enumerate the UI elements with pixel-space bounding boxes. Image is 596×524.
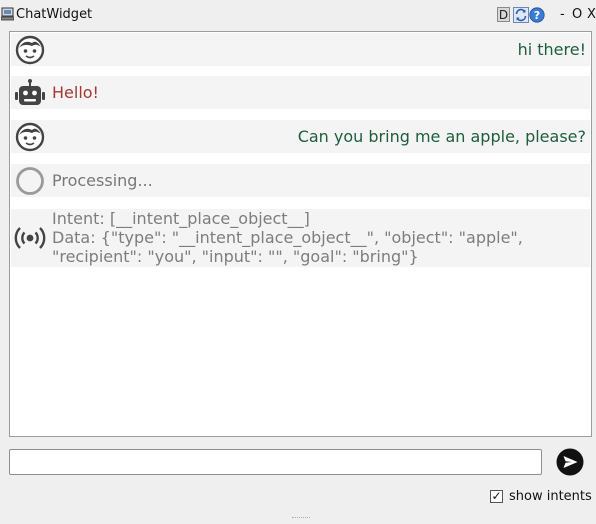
message-input[interactable] bbox=[9, 449, 542, 475]
show-intents-checkbox[interactable]: ✓ bbox=[490, 490, 503, 503]
title-bar: ChatWidget D ? - O X bbox=[0, 0, 596, 30]
debug-button[interactable]: D bbox=[497, 7, 510, 22]
help-icon[interactable]: ? bbox=[529, 7, 545, 23]
intent-data-line: Data: {"type": "__intent_place_object__"… bbox=[52, 228, 523, 247]
message-text: Hello! bbox=[52, 83, 99, 102]
close-button[interactable]: X bbox=[587, 7, 596, 23]
intent-data-line: "recipient": "you", "input": "", "goal":… bbox=[52, 247, 419, 266]
send-icon[interactable] bbox=[556, 448, 584, 476]
message-text: Processing... bbox=[52, 171, 153, 190]
resize-grip[interactable] bbox=[292, 517, 310, 520]
bot-message: Hello! bbox=[11, 76, 590, 109]
message-text: hi there! bbox=[517, 40, 586, 59]
user-message: Can you bring me an apple, please? bbox=[11, 120, 590, 153]
app-icon bbox=[1, 7, 14, 21]
svg-text:?: ? bbox=[534, 9, 540, 22]
spinner-icon bbox=[16, 167, 44, 195]
maximize-button[interactable]: O bbox=[572, 7, 582, 23]
robot-icon bbox=[15, 79, 45, 105]
message-text: Can you bring me an apple, please? bbox=[297, 127, 586, 146]
intent-line: Intent: [__intent_place_object__] bbox=[52, 209, 310, 228]
broadcast-icon bbox=[14, 227, 46, 249]
chat-history[interactable]: hi there! Hello! Can you bring me an app… bbox=[9, 31, 592, 437]
minimize-button[interactable]: - bbox=[560, 7, 565, 23]
user-message: hi there! bbox=[11, 33, 590, 66]
user-face-icon bbox=[15, 122, 45, 152]
intent-message: Intent: [__intent_place_object__] Data: … bbox=[11, 209, 590, 267]
show-intents-label[interactable]: show intents bbox=[509, 489, 592, 504]
refresh-icon[interactable] bbox=[513, 7, 529, 23]
chat-widget-window: ChatWidget D ? - O X hi there! Hello! Ca… bbox=[0, 0, 596, 524]
intent-text: Intent: [__intent_place_object__] Data: … bbox=[52, 209, 523, 266]
status-message: Processing... bbox=[11, 164, 590, 197]
window-title: ChatWidget bbox=[16, 7, 93, 22]
user-face-icon bbox=[15, 35, 45, 65]
